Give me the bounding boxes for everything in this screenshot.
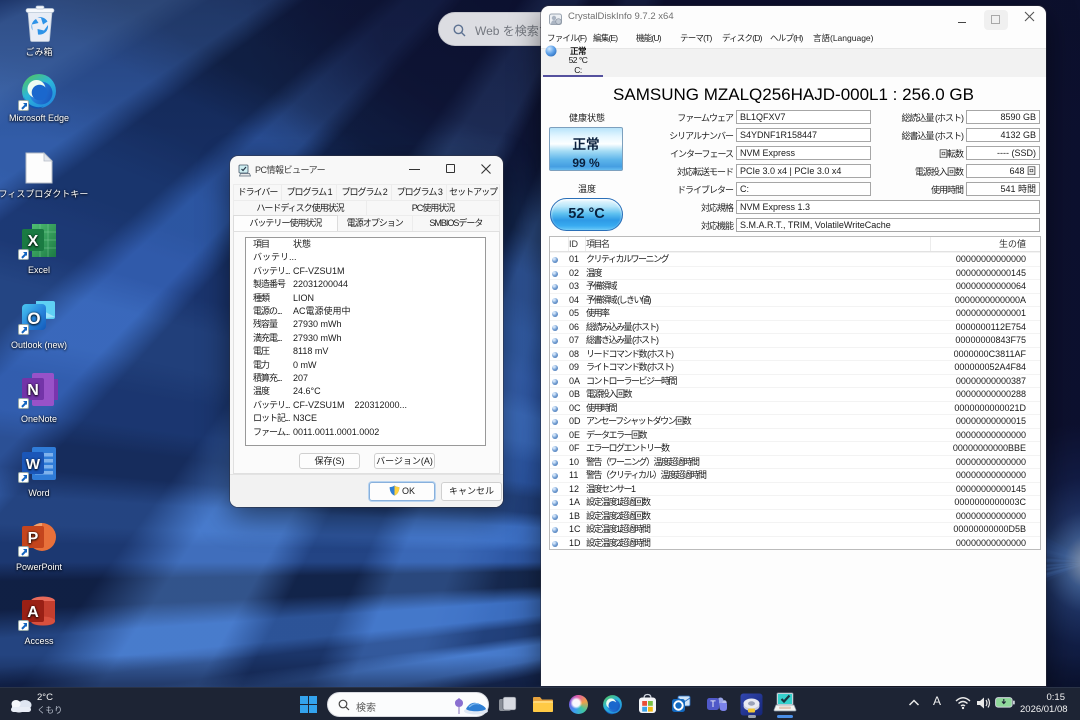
svg-text:P: P <box>28 530 39 547</box>
svg-text:T: T <box>710 699 716 709</box>
svg-text:A: A <box>27 604 39 621</box>
svg-text:N: N <box>27 382 39 399</box>
svg-text:X: X <box>28 233 39 250</box>
svg-text:W: W <box>26 456 41 473</box>
svg-text:O: O <box>27 309 40 328</box>
